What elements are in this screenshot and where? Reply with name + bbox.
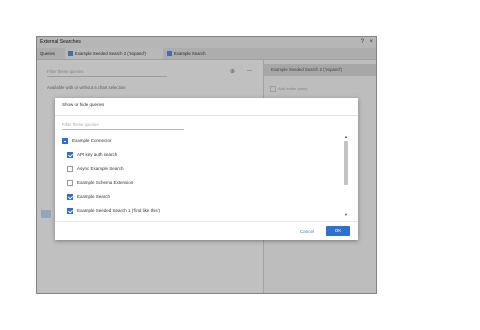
dialog-header-divider — [55, 115, 358, 116]
checkbox-example-search[interactable] — [67, 194, 73, 200]
ok-button[interactable]: OK — [326, 226, 350, 236]
tree-item-label: API key auth search — [77, 152, 118, 157]
checkbox-example-connector[interactable] — [62, 138, 68, 144]
scroll-up-arrow-icon[interactable]: ▲ — [343, 135, 349, 139]
scroll-down-arrow-icon[interactable]: ▼ — [343, 213, 349, 217]
checkbox-async-example-search[interactable] — [67, 166, 73, 172]
show-hide-queries-dialog: Show or hide queries Filter these querie… — [55, 98, 358, 240]
cancel-button[interactable]: Cancel — [300, 227, 314, 236]
tree-item-label: Example Seeded Search 1 ('find like this… — [77, 208, 161, 213]
tree-scrollbar[interactable]: ▲ ▼ — [343, 135, 349, 217]
scrollbar-thumb[interactable] — [344, 141, 348, 185]
dialog-footer-divider — [55, 221, 358, 222]
tree-item-label: Async Example Search — [77, 166, 124, 171]
tree-item-label: Example Schema Extension — [77, 180, 134, 185]
checkbox-example-seeded-search-1[interactable] — [67, 208, 73, 214]
checkbox-api-key-auth-search[interactable] — [67, 152, 73, 158]
tree-item-label: Example Search — [77, 194, 111, 199]
checkbox-example-schema-extension[interactable] — [67, 180, 73, 186]
dialog-filter-input[interactable]: Filter these queries — [62, 121, 184, 130]
tree-item-label: Example Connector — [72, 138, 112, 143]
query-tree: Example Connector API key auth search As… — [62, 136, 345, 220]
dialog-title: Show or hide queries — [62, 102, 105, 107]
